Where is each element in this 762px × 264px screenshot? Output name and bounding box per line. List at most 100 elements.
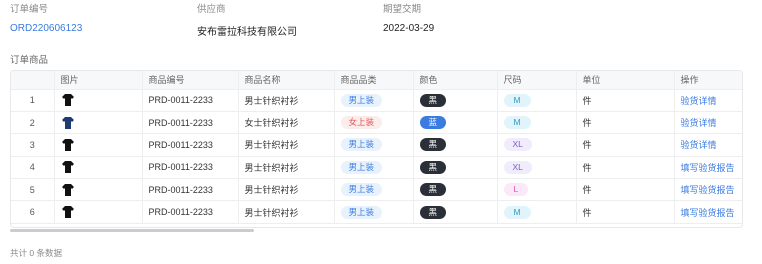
- size-cell: L: [497, 178, 577, 202]
- order-no-link[interactable]: ORD220606123: [10, 23, 82, 34]
- color-tag: 黑: [419, 160, 447, 174]
- product-name: 男士针织衬衫: [238, 89, 335, 112]
- table-row: 5 PRD-0011-2233 男士针织衬衫 男上装 黑 L 件填写验货报告: [11, 178, 742, 202]
- black-shirt-icon: [61, 138, 75, 152]
- table-row: 1 PRD-0011-2233 男士针织衬衫 男上装 黑 M 件验货详情: [11, 89, 742, 112]
- col-header-category: 商品品类: [334, 71, 414, 90]
- color-cell: 黑: [413, 133, 498, 157]
- category-tag: 男上装: [340, 205, 383, 219]
- product-name: 男士针织衬衫: [238, 200, 335, 224]
- black-shirt-icon: [61, 160, 75, 174]
- action-link[interactable]: 填写验货报告: [674, 156, 742, 180]
- color-tag: 黑: [419, 138, 447, 152]
- col-header-size: 尺码: [497, 71, 577, 90]
- order-no-label: 订单编号: [10, 4, 49, 15]
- category-tag: 男上装: [340, 93, 383, 107]
- delivery-date-label: 期望交期: [383, 4, 422, 15]
- black-shirt-icon: [61, 183, 75, 197]
- unit-cell: 件: [576, 200, 675, 224]
- action-link[interactable]: 验货详情: [674, 89, 742, 112]
- category-tag: 女上装: [340, 116, 383, 130]
- row-index: 2: [11, 111, 55, 135]
- black-shirt-icon: [61, 205, 75, 219]
- product-code: PRD-0011-2233: [142, 178, 239, 202]
- supplier-label: 供应商: [197, 4, 226, 15]
- col-header-index: [11, 71, 55, 90]
- color-tag: 黑: [419, 205, 447, 219]
- product-name: 男士针织衬衫: [238, 156, 335, 180]
- size-tag: L: [503, 183, 529, 197]
- row-index: 3: [11, 133, 55, 157]
- category-cell: 男上装: [334, 89, 414, 112]
- black-shirt-icon: [61, 93, 75, 107]
- total-count-text: 共计 0 条数据: [10, 248, 62, 258]
- unit-cell: 件: [576, 111, 675, 135]
- navy-shirt-icon: [61, 116, 75, 130]
- product-code: PRD-0011-2233: [142, 200, 239, 224]
- size-cell: M: [497, 111, 577, 135]
- category-cell: 男上装: [334, 133, 414, 157]
- action-link[interactable]: 验货详情: [674, 111, 742, 135]
- row-index: 6: [11, 200, 55, 224]
- size-cell: M: [497, 200, 577, 224]
- table-row: 2 PRD-0011-2233 女士针织衬衫 女上装 蓝 M 件验货详情: [11, 111, 742, 135]
- category-tag: 男上装: [340, 183, 383, 197]
- col-header-color: 颜色: [413, 71, 498, 90]
- unit-cell: 件: [576, 178, 675, 202]
- unit-cell: 件: [576, 133, 675, 157]
- row-index: 5: [11, 178, 55, 202]
- size-tag: M: [503, 205, 531, 219]
- product-code: PRD-0011-2233: [142, 156, 239, 180]
- supplier-value: 安布雷拉科技有限公司: [197, 27, 297, 38]
- action-link[interactable]: 验货详情: [674, 133, 742, 157]
- category-cell: 男上装: [334, 200, 414, 224]
- action-link[interactable]: 填写验货报告: [674, 178, 742, 202]
- color-cell: 黑: [413, 89, 498, 112]
- delivery-date-value: 2022-03-29: [383, 23, 435, 34]
- col-header-unit: 单位: [576, 71, 675, 90]
- size-tag: XL: [503, 160, 532, 174]
- category-tag: 男上装: [340, 160, 383, 174]
- color-cell: 蓝: [413, 111, 498, 135]
- category-tag: 男上装: [340, 138, 383, 152]
- product-code: PRD-0011-2233: [142, 89, 239, 112]
- size-tag: M: [503, 93, 531, 107]
- table-row: 3 PRD-0011-2233 男士针织衬衫 男上装 黑 XL 件验货详情: [11, 133, 742, 157]
- size-tag: XL: [503, 138, 532, 152]
- col-header-name: 商品名称: [238, 71, 335, 90]
- product-image-cell: [54, 89, 143, 112]
- col-header-action: 操作: [674, 71, 742, 90]
- unit-cell: 件: [576, 89, 675, 112]
- product-name: 男士针织衬衫: [238, 133, 335, 157]
- category-cell: 女上装: [334, 111, 414, 135]
- product-image-cell: [54, 178, 143, 202]
- unit-cell: 件: [576, 156, 675, 180]
- product-image-cell: [54, 133, 143, 157]
- table-row: 6 PRD-0011-2233 男士针织衬衫 男上装 黑 M 件填写验货报告: [11, 200, 742, 224]
- size-cell: XL: [497, 156, 577, 180]
- section-title: 订单商品: [10, 55, 49, 66]
- order-items-table: 图片 商品编号 商品名称 商品品类 颜色 尺码 单位 操作 1 PRD-0011-…: [10, 70, 743, 228]
- col-header-image: 图片: [54, 71, 143, 90]
- table-header-row: 图片 商品编号 商品名称 商品品类 颜色 尺码 单位 操作: [11, 71, 742, 90]
- row-index: 1: [11, 89, 55, 112]
- color-tag: 黑: [419, 183, 447, 197]
- size-tag: M: [503, 116, 531, 130]
- product-code: PRD-0011-2233: [142, 133, 239, 157]
- horizontal-scrollbar[interactable]: [10, 229, 254, 232]
- size-cell: XL: [497, 133, 577, 157]
- category-cell: 男上装: [334, 178, 414, 202]
- color-tag: 蓝: [419, 116, 447, 130]
- category-cell: 男上装: [334, 156, 414, 180]
- color-tag: 黑: [419, 93, 447, 107]
- product-image-cell: [54, 111, 143, 135]
- product-image-cell: [54, 156, 143, 180]
- color-cell: 黑: [413, 156, 498, 180]
- action-link[interactable]: 填写验货报告: [674, 200, 742, 224]
- color-cell: 黑: [413, 178, 498, 202]
- size-cell: M: [497, 89, 577, 112]
- product-name: 女士针织衬衫: [238, 111, 335, 135]
- product-image-cell: [54, 200, 143, 224]
- table-row: 4 PRD-0011-2233 男士针织衬衫 男上装 黑 XL 件填写验货报告: [11, 156, 742, 180]
- row-index: 4: [11, 156, 55, 180]
